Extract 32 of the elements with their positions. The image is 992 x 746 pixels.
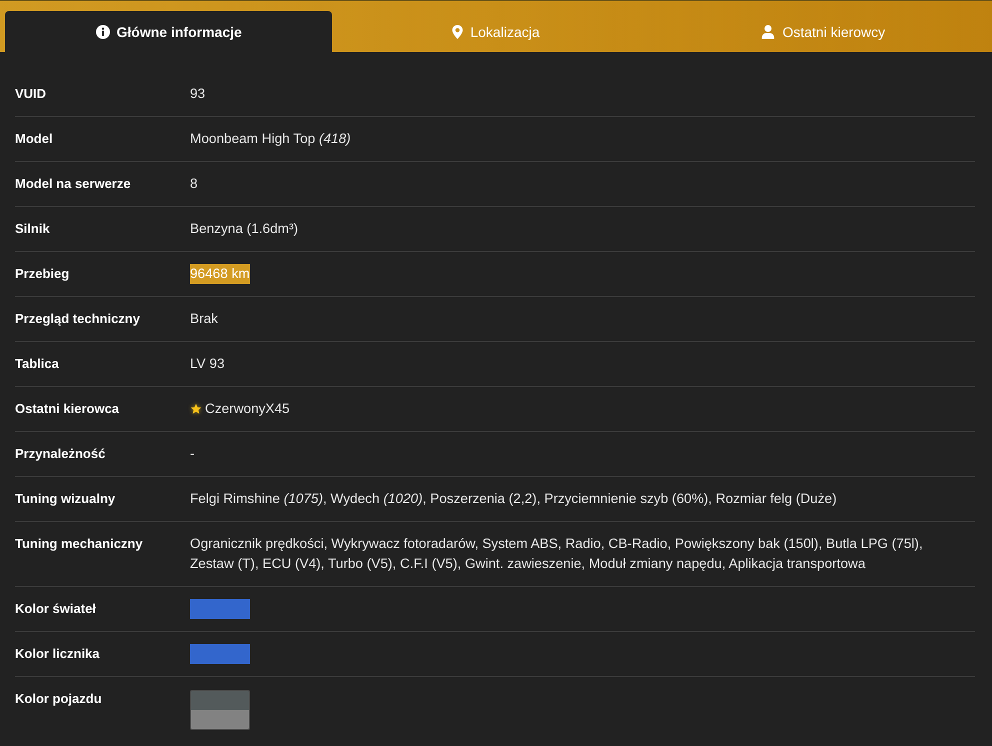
tab-button[interactable]: Główne informacje: [5, 11, 332, 52]
field-label: Kolor licznika: [15, 645, 101, 663]
field-label: Kolor pojazdu: [15, 690, 103, 708]
field-label: Model: [15, 130, 54, 148]
field-value: LV 93: [190, 355, 225, 373]
field-label: Przegląd techniczny: [15, 310, 141, 328]
field-value: 93: [190, 85, 206, 103]
field-label: Tuning mechaniczny: [15, 535, 144, 553]
tab-button[interactable]: Ostatni kierowcy: [660, 11, 987, 52]
field-value: Felgi Rimshine (1075), Wydech (1020), Poszerzenia (2,2), Przyciemnienie szyb (60%), Rozmiar felg (Duże): [190, 490, 837, 508]
field-label: VUID: [15, 85, 48, 103]
field-label: Przebieg: [15, 265, 70, 283]
field-value: -: [190, 445, 195, 463]
field-label: Przynależność: [15, 445, 106, 463]
star-icon: [190, 403, 202, 415]
field-label: Kolor świateł: [15, 600, 97, 618]
map-pin-icon: [452, 24, 464, 38]
tab-button[interactable]: Lokalizacja: [332, 11, 660, 52]
user-icon: [761, 24, 776, 38]
highlighted-value: 96468 km: [190, 264, 250, 284]
field-label: Ostatni kierowca: [15, 400, 120, 418]
field-value: Brak: [190, 310, 218, 328]
field-label: Tablica: [15, 355, 60, 373]
driver-name: CzerwonyX45: [205, 400, 290, 418]
field-value: Benzyna (1.6dm³): [190, 220, 298, 238]
field-label: Model na serwerze: [15, 175, 132, 193]
field-value: Moonbeam High Top (418): [190, 130, 351, 148]
info-icon: [96, 24, 110, 38]
field-value: Ogranicznik prędkości, Wykrywacz fotoradarów, System ABS, Radio, CB-Radio, Powiększony bak (150l), Butla LPG (75l), Zestaw (T), ECU (V4), Turbo (V5), C.F.I (V5), Gwint. zawieszenie, Moduł zmiany napędu, Aplikacja transportowa: [190, 535, 924, 573]
field-value: 8: [190, 175, 198, 193]
field-label: Silnik: [15, 220, 51, 238]
field-label: Tuning wizualny: [15, 490, 116, 508]
